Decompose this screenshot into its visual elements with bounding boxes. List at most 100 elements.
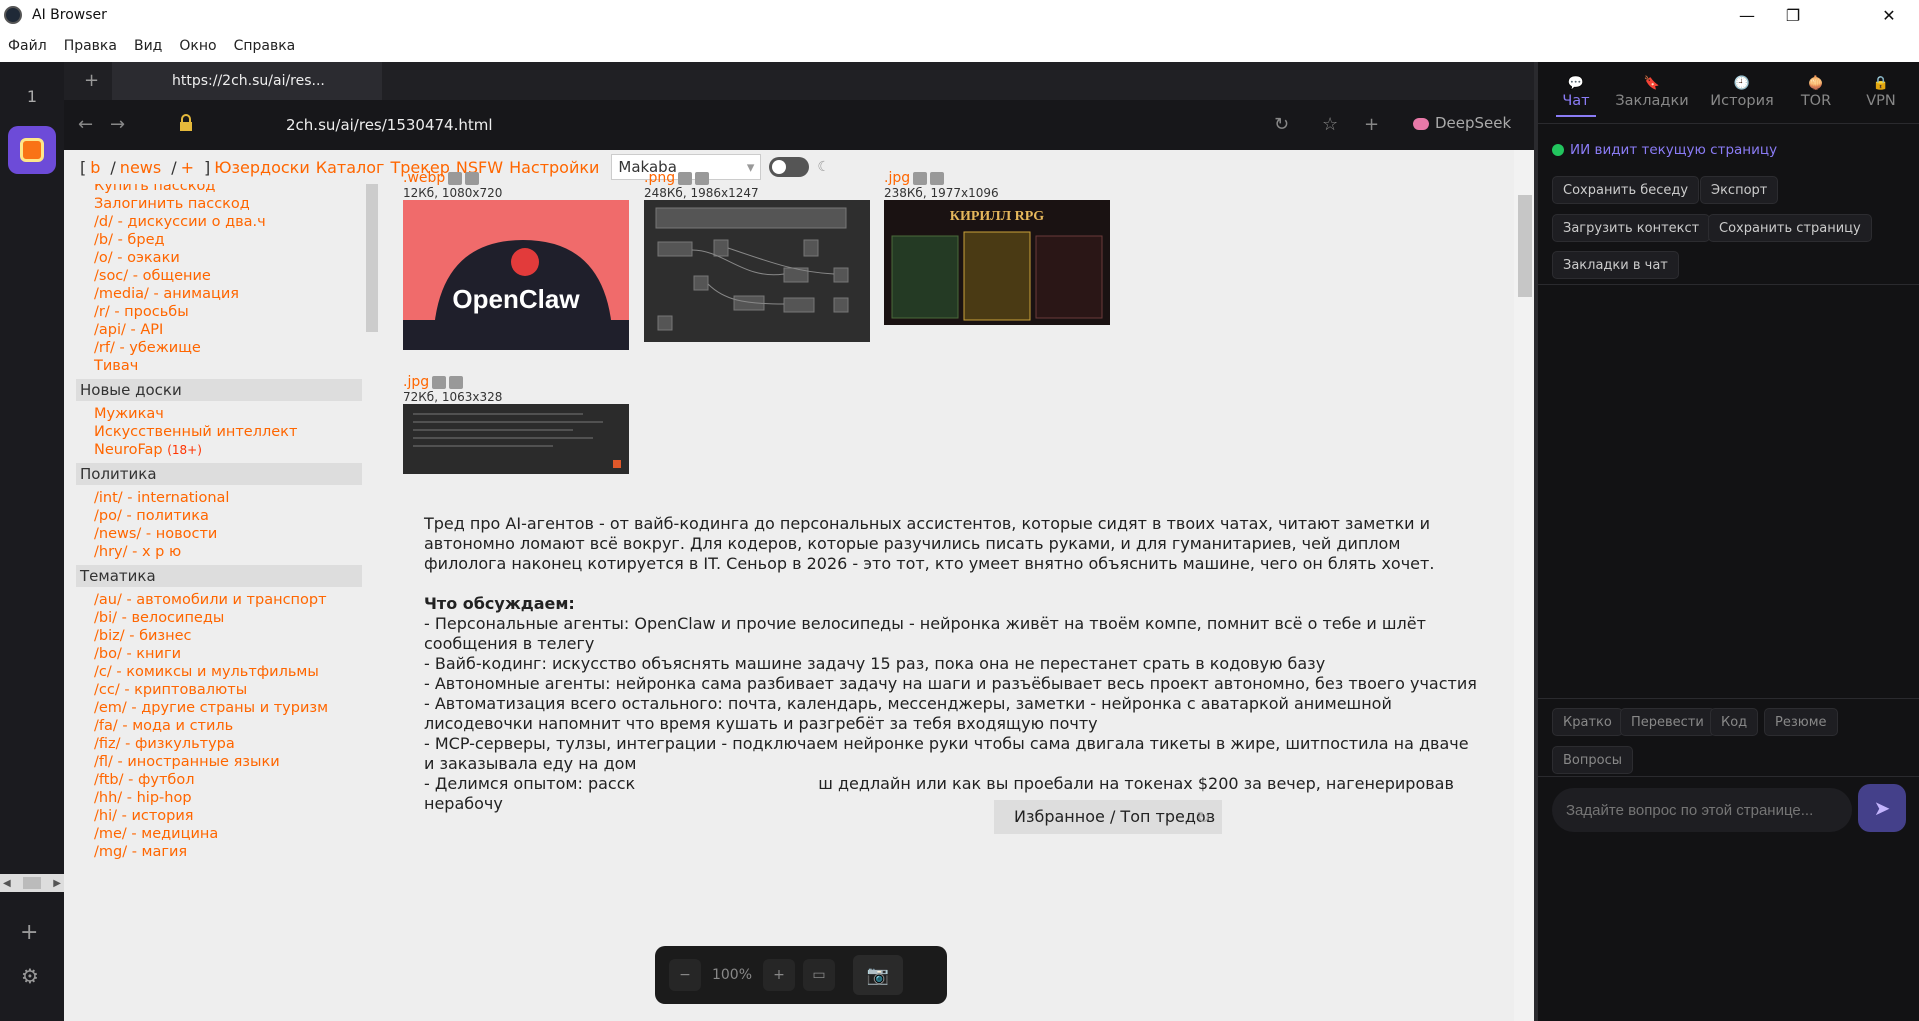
file-extension-link[interactable]: .png — [644, 170, 675, 186]
forward-button[interactable]: → — [110, 114, 125, 135]
quick-summary-button[interactable]: Кратко — [1552, 708, 1623, 736]
board-link-plus[interactable]: + — [181, 158, 194, 177]
sidebar-item[interactable]: /fl/ - иностранные языки — [64, 753, 364, 771]
export-button[interactable]: Экспорт — [1700, 176, 1779, 204]
sidebar-item[interactable]: /hh/ - hip-hop — [64, 789, 364, 807]
sidebar-item[interactable]: /biz/ - бизнес — [64, 627, 364, 645]
sidebar-scrollbar[interactable] — [366, 184, 378, 332]
maximize-button[interactable]: ❐ — [1770, 0, 1816, 30]
ai-model-selector[interactable]: DeepSeek — [1413, 114, 1511, 132]
menu-window[interactable]: Окно — [179, 38, 216, 54]
sidebar-item[interactable]: /cc/ - криптовалюты — [64, 681, 364, 699]
link-userboards[interactable]: Юзердоски — [214, 158, 310, 177]
quick-resume-button[interactable]: Резюме — [1764, 708, 1838, 736]
new-tab-button[interactable]: + — [84, 70, 99, 91]
save-chat-button[interactable]: Сохранить беседу — [1552, 176, 1700, 204]
sidebar-item[interactable]: /ftb/ - футбол — [64, 771, 364, 789]
sidebar-item[interactable]: /fiz/ - физкультура — [64, 735, 364, 753]
menu-file[interactable]: Файл — [8, 38, 47, 54]
board-link-news[interactable]: news — [120, 158, 161, 177]
sidebar-item[interactable]: /fa/ - мода и стиль — [64, 717, 364, 735]
image-thumbnail[interactable]: OpenClaw — [403, 200, 629, 350]
menu-edit[interactable]: Правка — [64, 38, 117, 54]
send-icon[interactable]: ➤ — [1858, 784, 1906, 832]
save-page-button[interactable]: Сохранить страницу — [1708, 214, 1872, 242]
sidebar-item[interactable]: /rf/ - убежище — [64, 339, 364, 357]
tab-tor[interactable]: 🧅 TOR — [1792, 76, 1840, 109]
download-icon[interactable] — [695, 172, 710, 185]
download-icon[interactable] — [930, 172, 945, 185]
fit-screen-button[interactable]: ▭ — [803, 959, 835, 991]
sidebar-item[interactable]: /hry/ - х р ю — [64, 543, 364, 561]
sidebar-item[interactable]: /mg/ - магия — [64, 843, 364, 861]
sidebar-item[interactable]: /o/ - оэкаки — [64, 249, 364, 267]
download-icon[interactable] — [465, 172, 480, 185]
rail-scrollbar[interactable]: ◀ ▶ — [0, 874, 64, 892]
sidebar-item[interactable]: /d/ - дискуссии о два.ч — [64, 213, 364, 231]
tab-vpn[interactable]: 🔒 VPN — [1854, 76, 1908, 109]
minimize-button[interactable]: — — [1724, 0, 1770, 30]
link-catalog[interactable]: Каталог — [316, 158, 385, 177]
sidebar-item[interactable]: Искусственный интеллект — [64, 423, 364, 441]
image-thumbnail[interactable] — [644, 200, 870, 342]
tab-bookmarks[interactable]: 🔖 Закладки — [1614, 76, 1690, 109]
browser-tab[interactable]: https://2ch.su/ai/res... — [112, 62, 382, 100]
scroll-right-icon[interactable]: ▶ — [53, 878, 61, 889]
zoom-in-button[interactable]: + — [763, 959, 795, 991]
reload-button[interactable]: ↻ — [1274, 114, 1289, 135]
image-thumbnail[interactable]: КИРИЛЛ RPG — [884, 200, 1110, 325]
sidebar-item[interactable]: /em/ - другие страны и туризм — [64, 699, 364, 717]
sidebar-item[interactable]: Купить пасскод — [64, 184, 364, 195]
page-scroll-thumb[interactable] — [1518, 195, 1532, 297]
sidebar-item[interactable]: /au/ - автомобили и транспорт — [64, 591, 364, 609]
sidebar-item[interactable]: Залогинить пасскод — [64, 195, 364, 213]
back-button[interactable]: ← — [78, 114, 93, 135]
file-extension-link[interactable]: .jpg — [884, 170, 910, 186]
tab-chat[interactable]: 💬 Чат — [1550, 76, 1602, 117]
sidebar-item-neurofap[interactable]: NeuroFap (18+) — [64, 441, 364, 459]
rail-scroll-thumb[interactable] — [23, 877, 41, 889]
bookmarks-to-chat-button[interactable]: Закладки в чат — [1552, 251, 1679, 279]
settings-gear-icon[interactable]: ⚙ — [21, 964, 39, 988]
search-image-icon[interactable] — [678, 172, 693, 185]
sidebar-item[interactable]: /me/ - медицина — [64, 825, 364, 843]
tab-history[interactable]: 🕘 История — [1704, 76, 1780, 109]
quick-translate-button[interactable]: Перевести — [1620, 708, 1715, 736]
sidebar-item[interactable]: /news/ - новости — [64, 525, 364, 543]
sidebar-item[interactable]: Тивач — [64, 357, 364, 375]
menu-view[interactable]: Вид — [134, 38, 162, 54]
add-workspace-button[interactable]: + — [20, 920, 38, 945]
page-scrollbar[interactable] — [1514, 150, 1534, 1021]
sidebar-item[interactable]: /r/ - просьбы — [64, 303, 364, 321]
search-image-icon[interactable] — [913, 172, 928, 185]
menu-help[interactable]: Справка — [234, 38, 296, 54]
theme-toggle[interactable] — [769, 157, 810, 177]
sidebar-item[interactable]: /b/ - бред — [64, 231, 364, 249]
sidebar-item[interactable]: Мужикач — [64, 405, 364, 423]
quick-questions-button[interactable]: Вопросы — [1552, 746, 1633, 774]
refresh-icon[interactable]: ↻ — [1197, 808, 1210, 827]
file-extension-link[interactable]: .jpg — [403, 374, 429, 390]
sidebar-item[interactable]: /int/ - international — [64, 489, 364, 507]
sidebar-item[interactable]: /media/ - анимация — [64, 285, 364, 303]
link-settings[interactable]: Настройки — [509, 158, 599, 177]
search-image-icon[interactable] — [448, 172, 463, 185]
address-bar[interactable]: 2ch.su/ai/res/1530474.html — [286, 116, 493, 134]
bookmark-star-icon[interactable]: ☆ — [1322, 114, 1338, 135]
workspace-number[interactable]: 1 — [16, 80, 48, 112]
sidebar-item[interactable]: /c/ - комиксы и мультфильмы — [64, 663, 364, 681]
search-image-icon[interactable] — [432, 376, 447, 389]
sidebar-item[interactable]: /api/ - API — [64, 321, 364, 339]
chat-input[interactable] — [1552, 788, 1852, 832]
board-link-b[interactable]: b — [90, 158, 100, 177]
zoom-out-button[interactable]: − — [669, 959, 701, 991]
sidebar-item[interactable]: /hi/ - история — [64, 807, 364, 825]
close-window-button[interactable]: ✕ — [1866, 0, 1912, 30]
quick-code-button[interactable]: Код — [1710, 708, 1759, 736]
image-thumbnail[interactable] — [403, 404, 629, 474]
download-icon[interactable] — [449, 376, 464, 389]
favorites-bar[interactable]: Избранное / Топ тредов ↻ — [994, 800, 1222, 834]
rail-active-tab[interactable] — [8, 126, 56, 174]
scroll-left-icon[interactable]: ◀ — [3, 878, 11, 889]
load-context-button[interactable]: Загрузить контекст — [1552, 214, 1711, 242]
